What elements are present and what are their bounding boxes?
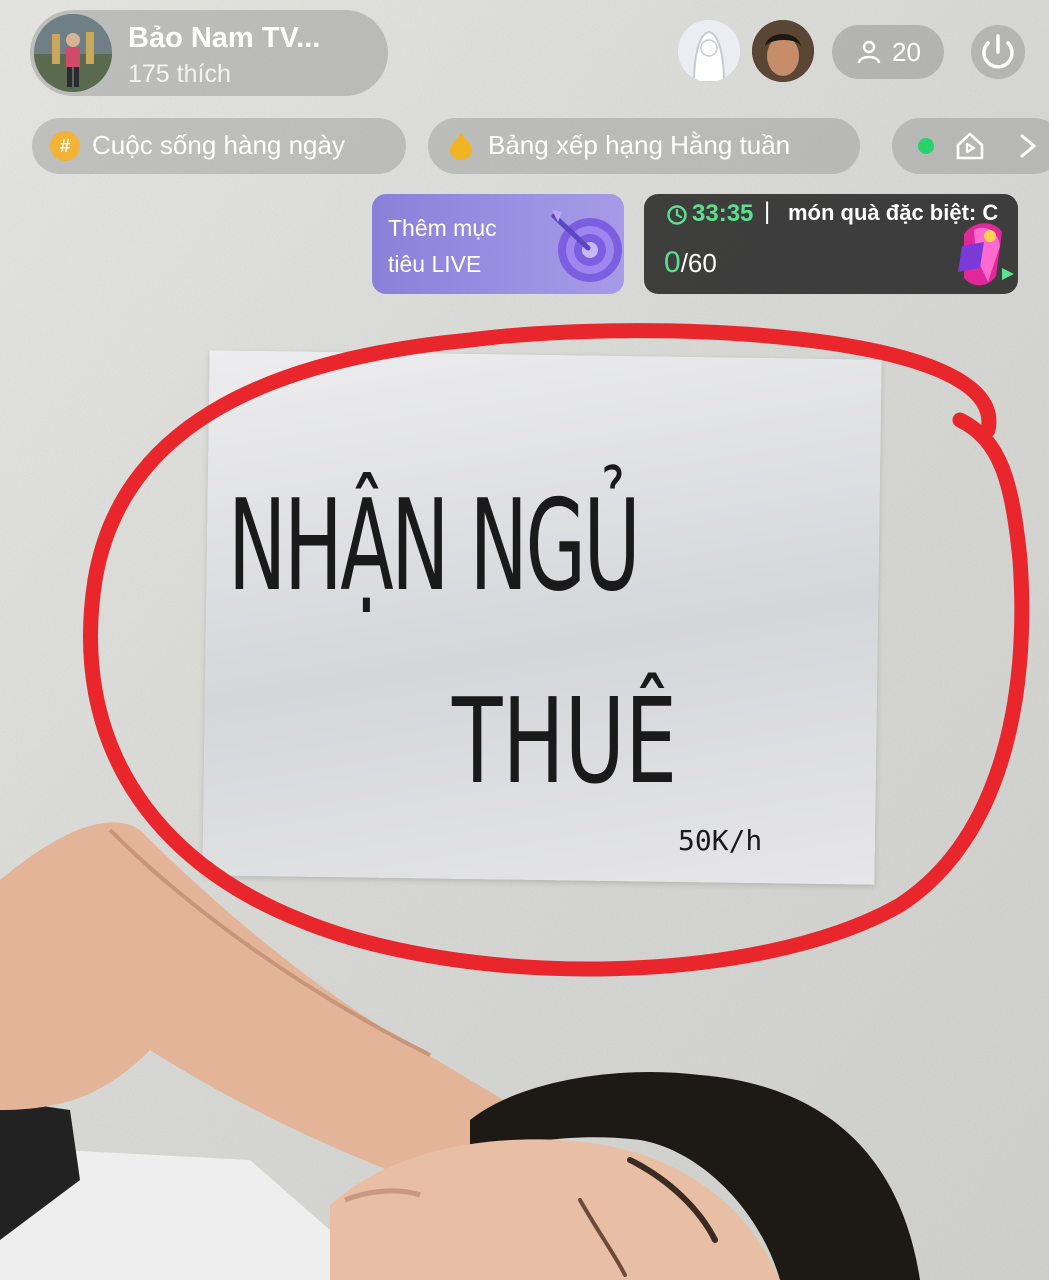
green-dot-icon (918, 138, 934, 154)
gift-progress: 0/60 (664, 246, 717, 280)
power-icon[interactable] (970, 24, 1026, 80)
streamer-avatar[interactable] (34, 14, 112, 92)
house-icon[interactable] (954, 130, 986, 162)
live-goal-label: Thêm mục tiêu LIVE (388, 215, 497, 277)
category-tag[interactable]: # Cuộc sống hàng ngày (32, 118, 406, 174)
sleeping-person (0, 822, 920, 1280)
streamer-name[interactable]: Bảo Nam TV... (128, 22, 320, 55)
ranking-tag[interactable]: Bảng xếp hạng Hằng tuần (428, 118, 860, 174)
gift-icon (958, 223, 1014, 286)
streamer-profile-pill[interactable]: Bảo Nam TV... 175 thích (30, 10, 388, 96)
chevron-right-icon[interactable] (1016, 130, 1040, 162)
target-icon (551, 210, 622, 282)
viewer-count: 20 (892, 37, 921, 67)
gift-progress-current: 0 (664, 246, 681, 279)
ranking-label: Bảng xếp hạng Hằng tuần (488, 130, 791, 160)
hash-icon: # (50, 131, 80, 161)
gift-timer: 33:35 (692, 200, 754, 227)
likes-count: 175 thích (128, 60, 231, 88)
live-stream-view: NHẬN NGỦ THUÊ 50K/h Bảo Nam TV... 175 th… (0, 0, 1049, 1280)
viewer-avatar[interactable] (752, 20, 814, 82)
clock-icon (667, 205, 687, 225)
viewer-count-pill[interactable]: 20 (832, 25, 944, 79)
gift-separator: | (764, 198, 771, 225)
explore-tag[interactable] (892, 118, 1049, 174)
category-label: Cuộc sống hàng ngày (92, 130, 345, 160)
person-icon (857, 40, 881, 64)
viewer-avatar[interactable] (678, 20, 740, 82)
flame-icon (450, 133, 472, 160)
gift-progress-total: /60 (680, 248, 717, 278)
